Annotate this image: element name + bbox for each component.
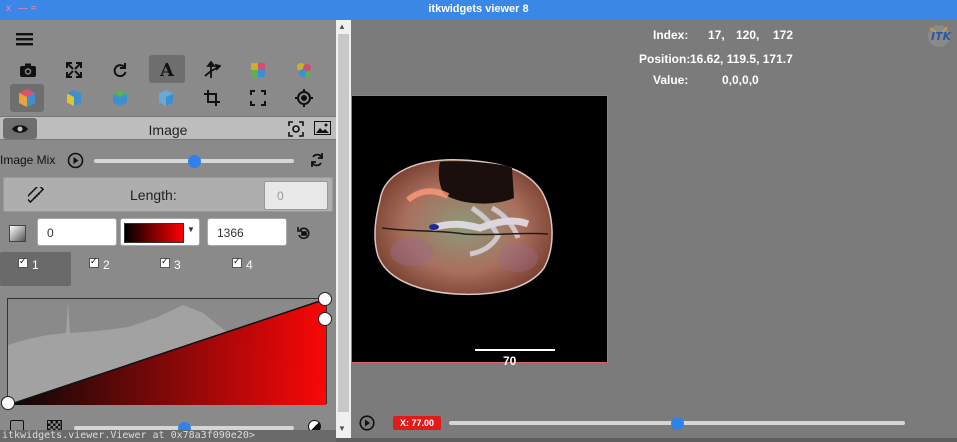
value-values: 0,0,0,0 [722, 73, 759, 87]
component-4-label: 4 [246, 258, 253, 272]
index-label: Index: [653, 28, 689, 42]
layer-name: Image [148, 122, 188, 138]
slice-view[interactable] [351, 95, 608, 363]
view-y-plane-icon[interactable] [105, 85, 135, 111]
scroll-up-icon[interactable]: ▲ [338, 22, 346, 31]
view-x-plane-icon[interactable] [59, 85, 89, 111]
image-layer-row[interactable]: Image [0, 116, 336, 140]
screenshot-icon[interactable] [13, 57, 43, 83]
interpolation-icon[interactable] [243, 57, 273, 83]
index-value-z: 172 [773, 28, 794, 42]
panel-scrollbar[interactable]: ▲ ▼ [336, 20, 351, 438]
checkbox-2[interactable] [89, 256, 99, 268]
reset-camera-icon[interactable] [289, 85, 319, 111]
rotate-icon[interactable] [105, 57, 135, 83]
component-3[interactable]: 3 [160, 252, 181, 286]
position-label: Position: [639, 52, 691, 66]
component-4[interactable]: 4 [232, 252, 253, 286]
play-slice-icon[interactable] [359, 415, 375, 436]
range-min-input[interactable]: 0 [37, 218, 117, 246]
window-titlebar: x — ≈ itkwidgets viewer 8 [0, 0, 957, 20]
length-label: Length: [130, 187, 177, 203]
scrollbar-thumb[interactable] [338, 34, 349, 412]
play-mix-icon[interactable] [67, 152, 84, 172]
component-1[interactable]: 1 [0, 252, 71, 286]
image-icon[interactable] [314, 121, 331, 140]
colormap-row: 0 ▼ 1366 [0, 218, 336, 248]
image-mix-row: Image Mix [0, 150, 336, 172]
viewer-bottom-edge [336, 438, 957, 442]
scroll-down-icon[interactable]: ▼ [338, 424, 346, 433]
index-value-x: 17, [708, 28, 725, 42]
checkbox-3[interactable] [160, 256, 170, 268]
component-3-label: 3 [174, 258, 181, 272]
component-2[interactable]: 2 [89, 252, 110, 286]
checkbox-1[interactable] [18, 256, 28, 268]
position-values: 16.62, 119.5, 171.7 [690, 52, 793, 66]
tf-handle-top[interactable] [318, 292, 332, 306]
reset-crop-icon[interactable] [243, 85, 273, 111]
itk-logo-icon: ITK [927, 24, 953, 53]
menu-icon[interactable] [10, 26, 40, 52]
render-viewport[interactable]: Index: 17, 120, 172 Position: 16.62, 119… [351, 20, 957, 438]
transfer-function-editor[interactable] [7, 298, 327, 406]
chevron-down-icon: ▼ [187, 225, 195, 234]
component-2-label: 2 [103, 258, 110, 272]
slice-play-row: X: 77.00 [351, 413, 957, 433]
value-label: Value: [653, 73, 689, 87]
checkbox-4[interactable] [232, 256, 242, 268]
svg-text:ITK: ITK [931, 30, 951, 43]
roi-icon[interactable] [288, 121, 304, 142]
slice-slider-thumb[interactable] [671, 417, 684, 430]
scale-bar-label: 70 [503, 354, 517, 368]
colormap-toggle-icon[interactable] [9, 225, 26, 242]
view-volume-icon[interactable] [10, 84, 44, 112]
length-measurement-row: Length: 0 [3, 177, 333, 212]
index-value-y: 120, [736, 28, 760, 42]
component-1-label: 1 [32, 258, 39, 272]
image-mix-label: Image Mix [0, 153, 56, 167]
reset-range-icon[interactable] [297, 227, 311, 245]
axes-icon[interactable] [197, 57, 227, 83]
scale-bar [475, 349, 555, 351]
slice-position-badge: X: 77.00 [393, 416, 441, 430]
range-max-input[interactable]: 1366 [207, 218, 287, 246]
control-panel: A Image Image Mix Length: 0 0 ▼ 1366 ✓ 1… [0, 20, 336, 438]
crop-icon[interactable] [197, 85, 227, 111]
shadow-icon[interactable] [289, 57, 319, 83]
window-title: itkwidgets viewer 8 [428, 3, 529, 15]
colormap-select[interactable]: ▼ [120, 218, 200, 246]
length-value-field[interactable]: 0 [264, 181, 328, 210]
mix-refresh-icon[interactable] [310, 152, 324, 171]
console-output: itkwidgets.viewer.Viewer at 0x78a3f090e2… [0, 430, 336, 442]
tf-handle-upper[interactable] [318, 312, 332, 326]
ruler-icon[interactable] [25, 184, 45, 208]
image-mix-slider-thumb[interactable] [188, 155, 201, 168]
view-z-plane-icon[interactable] [151, 85, 181, 111]
annotations-icon[interactable]: A [149, 55, 185, 83]
component-selector-row: 1 2 3 4 [0, 252, 336, 286]
svg-text:A: A [159, 60, 175, 78]
tf-handle-bottom[interactable] [1, 396, 15, 410]
fullscreen-icon[interactable] [59, 57, 89, 83]
colormap-preview [124, 223, 184, 243]
